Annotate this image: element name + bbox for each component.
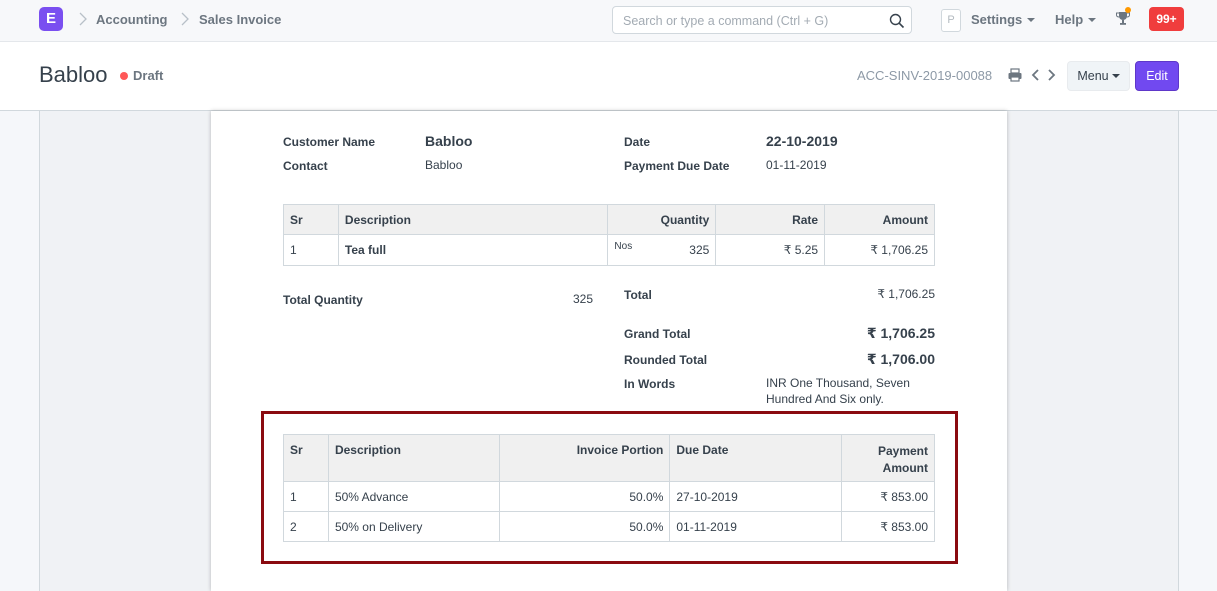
table-row: 1 Tea full Nos 325 ₹ 5.25 ₹ 1,706.25 [283, 234, 935, 266]
app-logo[interactable]: E [39, 7, 63, 31]
document-id: ACC-SINV-2019-00088 [857, 68, 993, 83]
total-quantity-label: Total Quantity [283, 293, 363, 307]
grand-total-label: Grand Total [624, 327, 691, 341]
grand-total-value: ₹ 1,706.25 [866, 325, 935, 341]
column-header-description: Description [337, 204, 609, 235]
notifications-badge[interactable]: 99+ [1149, 7, 1184, 31]
cell-rate: ₹ 5.25 [715, 234, 826, 266]
status-badge: Draft [133, 68, 164, 83]
total-value: ₹ 1,706.25 [877, 287, 935, 301]
in-words-label: In Words [624, 377, 676, 391]
search-icon[interactable] [889, 13, 905, 29]
column-header-rate: Rate [715, 204, 826, 235]
breadcrumb-accounting[interactable]: Accounting [96, 12, 168, 27]
caret-down-icon [1088, 18, 1097, 22]
items-table-header: Sr Description Quantity Rate Amount [283, 204, 935, 235]
total-label: Total [624, 288, 652, 302]
due-date-label: Payment Due Date [624, 159, 730, 173]
search-input[interactable]: Search or type a command (Ctrl + G) [612, 6, 912, 34]
menu-button[interactable]: Menu [1067, 61, 1130, 91]
p-shortcut-button[interactable]: P [941, 9, 961, 32]
rounded-total-label: Rounded Total [624, 353, 708, 367]
date-value: 22-10-2019 [766, 133, 838, 149]
contact-label: Contact [283, 159, 328, 173]
print-icon[interactable] [1007, 67, 1023, 83]
settings-label: Settings [971, 12, 1023, 27]
edit-button[interactable]: Edit [1135, 61, 1179, 91]
top-navbar: E Accounting Sales Invoice Search or typ… [0, 0, 1217, 42]
settings-dropdown[interactable]: Settings [971, 12, 1036, 27]
customer-name-label: Customer Name [283, 135, 376, 149]
rounded-total-value: ₹ 1,706.00 [866, 351, 935, 367]
cell-quantity: Nos 325 [607, 234, 717, 266]
cell-description: Tea full [337, 234, 609, 266]
date-label: Date [624, 135, 651, 149]
uom-label: Nos [614, 241, 633, 252]
in-words-line-2: Hundred And Six only. [766, 392, 884, 406]
highlight-annotation-box [261, 411, 958, 564]
page-title: Babloo [39, 62, 108, 87]
status-indicator-dot [120, 72, 128, 80]
menu-label: Menu [1077, 69, 1109, 83]
search-placeholder: Search or type a command (Ctrl + G) [623, 14, 829, 28]
total-quantity-value: 325 [573, 292, 594, 306]
next-doc-icon[interactable] [1043, 67, 1059, 83]
help-dropdown[interactable]: Help [1055, 12, 1097, 27]
chevron-right-icon [78, 10, 88, 28]
cell-amount: ₹ 1,706.25 [824, 234, 935, 266]
notification-dot [1125, 7, 1131, 13]
customer-name-value: Babloo [425, 133, 473, 149]
items-table: Sr Description Quantity Rate Amount 1 Te… [283, 204, 935, 266]
column-header-quantity: Quantity [607, 204, 717, 235]
caret-down-icon [1111, 74, 1120, 78]
contact-value: Babloo [425, 158, 463, 172]
cell-sr: 1 [283, 234, 339, 266]
caret-down-icon [1027, 18, 1036, 22]
chevron-right-icon [180, 10, 190, 28]
page-head: Babloo Draft ACC-SINV-2019-00088 Menu Ed… [0, 42, 1217, 111]
column-header-sr: Sr [283, 204, 339, 235]
previous-doc-icon[interactable] [1028, 67, 1044, 83]
due-date-value: 01-11-2019 [766, 158, 827, 172]
breadcrumb-sales-invoice[interactable]: Sales Invoice [199, 12, 281, 27]
help-label: Help [1055, 12, 1084, 27]
qty-value: 325 [689, 243, 710, 257]
column-header-amount: Amount [824, 204, 935, 235]
in-words-line-1: INR One Thousand, Seven [766, 376, 910, 390]
